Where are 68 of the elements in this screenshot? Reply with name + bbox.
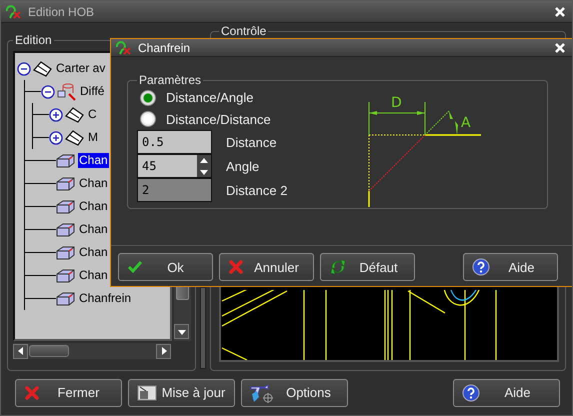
tree-item[interactable]: Chan <box>78 199 109 214</box>
tree-item[interactable]: M <box>87 130 99 145</box>
check-icon <box>127 260 143 274</box>
block-icon <box>56 268 76 284</box>
group-title: Contrôle <box>220 24 268 38</box>
tree-item[interactable]: Chan <box>78 268 109 283</box>
distance-label: D <box>391 95 402 111</box>
scroll-thumb[interactable] <box>29 345 69 357</box>
expand-icon[interactable] <box>49 108 63 122</box>
action-button[interactable]: Fermer <box>15 378 122 406</box>
block-icon <box>56 198 76 214</box>
eraser-icon <box>65 130 85 146</box>
angle-label: A <box>461 115 471 131</box>
window-icon <box>137 384 157 400</box>
block-icon <box>56 176 76 192</box>
tree-item[interactable]: Chan <box>78 153 109 168</box>
field-label: Distance <box>226 134 277 150</box>
down-arrow-icon <box>178 328 186 336</box>
refresh-icon <box>329 258 347 276</box>
field-label: Angle <box>226 158 260 174</box>
action-button[interactable]: Options <box>241 378 348 406</box>
right-arrow-icon <box>160 347 168 355</box>
collapse-icon[interactable] <box>41 84 55 98</box>
cylinder-icon <box>57 82 77 100</box>
tree-item[interactable]: Diffé <box>79 84 106 99</box>
horizontal-scrollbar[interactable] <box>13 343 171 359</box>
scroll-right-button[interactable] <box>156 344 171 358</box>
tree-item[interactable]: Chan <box>78 222 109 237</box>
radio-button[interactable] <box>140 90 156 106</box>
help-icon <box>462 384 480 402</box>
radio-label: Distance/Distance <box>166 112 271 127</box>
app-logo-icon <box>115 40 133 54</box>
collapse-icon[interactable] <box>17 62 31 76</box>
dialog-button[interactable]: Annuler <box>219 253 314 281</box>
block-icon <box>56 290 76 306</box>
tree-item[interactable]: Chan <box>78 245 109 260</box>
tree-item[interactable]: Carter av <box>55 61 106 76</box>
help-icon <box>472 258 490 276</box>
dialog-button[interactable]: Défaut <box>320 253 415 281</box>
scroll-left-button[interactable] <box>13 344 28 358</box>
group-title: Edition <box>14 33 53 47</box>
radio-label: Distance/Angle <box>166 90 254 106</box>
action-button[interactable]: Aide <box>453 378 560 406</box>
window-title: Edition HOB <box>28 4 96 18</box>
eraser-icon <box>33 60 53 76</box>
app-logo-icon <box>5 4 23 18</box>
close-icon <box>228 259 244 275</box>
block-icon <box>56 152 76 168</box>
block-icon <box>56 244 76 260</box>
tree-item[interactable]: Chan <box>78 176 109 191</box>
expand-icon[interactable] <box>49 130 63 144</box>
action-button[interactable]: Mise à jour <box>128 378 235 406</box>
field-label: Distance 2 <box>226 182 288 198</box>
close-icon <box>24 384 40 400</box>
scroll-down-button[interactable] <box>174 324 189 339</box>
left-arrow-icon <box>16 347 24 355</box>
tree-item[interactable]: Chanfrein <box>78 291 132 306</box>
tree-item[interactable]: C <box>87 107 98 122</box>
tools-icon <box>250 382 274 402</box>
dialog-button[interactable]: Ok <box>118 253 213 281</box>
dialog-button[interactable]: Aide <box>463 253 558 281</box>
splitter-handle[interactable] <box>200 287 206 369</box>
number-field[interactable]: 0.5 <box>138 131 211 153</box>
dialog-title: Chanfrein <box>138 40 192 54</box>
block-icon <box>56 222 76 238</box>
radio-button[interactable] <box>140 111 156 128</box>
group-title: Paramètres <box>138 73 202 87</box>
eraser-icon <box>65 106 85 122</box>
